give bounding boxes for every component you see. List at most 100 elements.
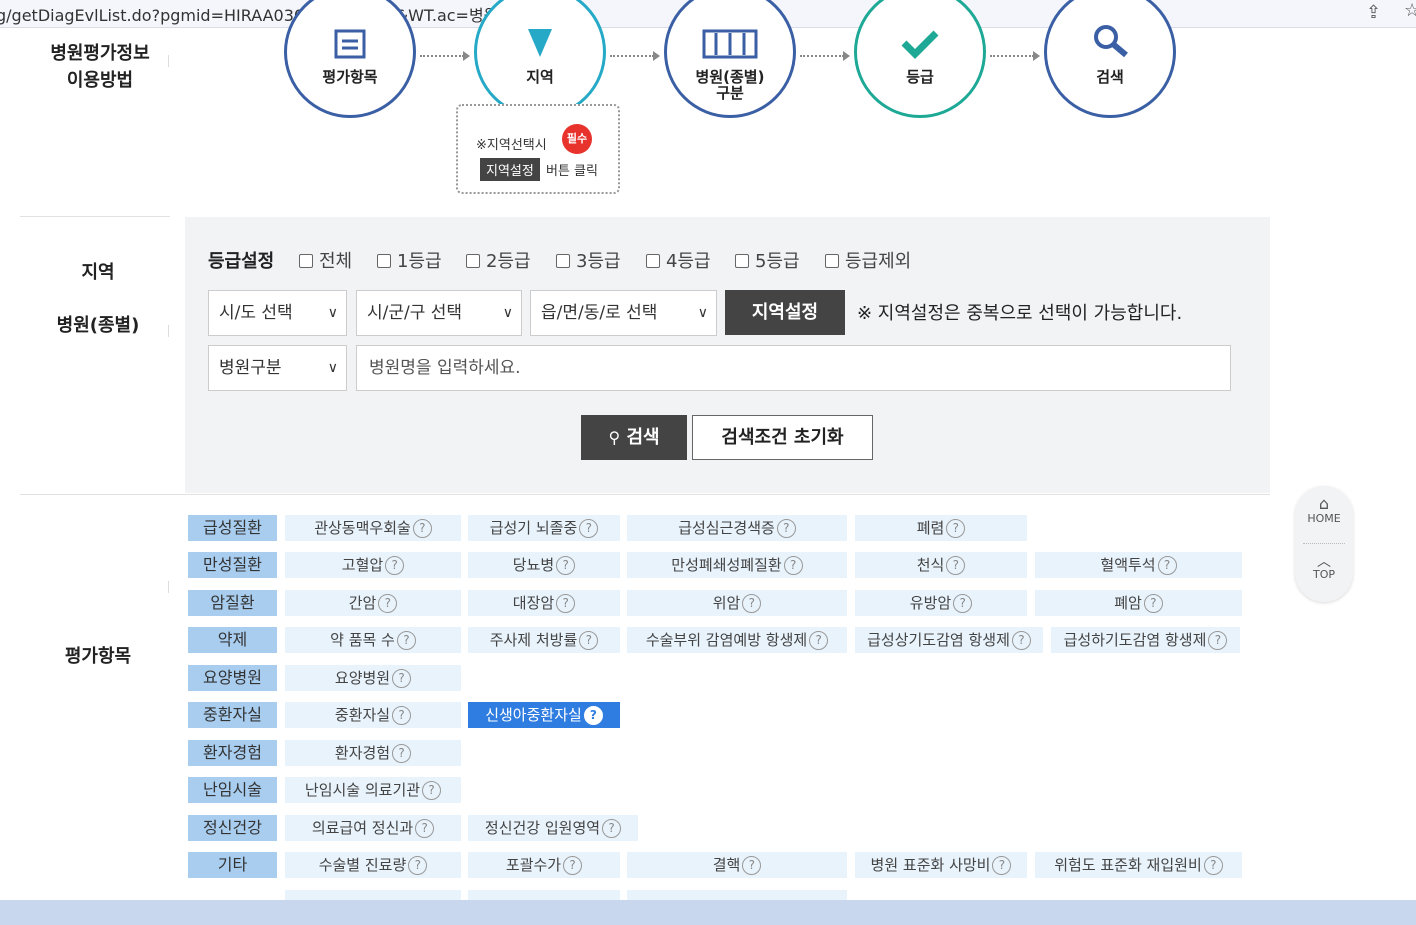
help-icon[interactable]: ? xyxy=(809,631,829,650)
eval-item[interactable]: 환자경험? xyxy=(285,740,461,766)
checkbox-box[interactable] xyxy=(646,254,660,268)
checkbox-box[interactable] xyxy=(556,254,570,268)
eval-item[interactable]: 간암? xyxy=(285,590,461,616)
grade-4-checkbox[interactable]: 4등급 xyxy=(646,247,711,273)
help-icon[interactable]: ? xyxy=(1143,594,1163,613)
eval-item[interactable]: 요양병원? xyxy=(285,665,461,691)
home-button[interactable]: ⌂ HOME xyxy=(1295,496,1353,526)
checkbox-box[interactable] xyxy=(825,254,839,268)
help-icon[interactable]: ? xyxy=(1011,631,1031,650)
help-icon[interactable]: ? xyxy=(1157,556,1177,575)
eval-item[interactable]: 폐암? xyxy=(1035,590,1242,616)
eval-item[interactable]: 수술별 진료량? xyxy=(285,852,461,878)
eval-item[interactable]: 수술부위 감염예방 항생제? xyxy=(627,627,847,653)
share-icon[interactable]: ⇪ xyxy=(1366,2,1381,23)
help-icon[interactable]: ? xyxy=(1203,856,1223,875)
help-icon[interactable]: ? xyxy=(378,594,398,613)
eval-item[interactable]: 급성심근경색증? xyxy=(627,515,847,541)
bookmark-star-icon[interactable]: ☆ xyxy=(1404,0,1416,21)
grade-excluded-checkbox[interactable]: 등급제외 xyxy=(825,247,911,273)
category-cancer[interactable]: 암질환 xyxy=(188,590,277,616)
help-icon[interactable]: ? xyxy=(783,556,803,575)
checkbox-box[interactable] xyxy=(299,254,313,268)
eval-item[interactable]: 급성하기도감염 항생제? xyxy=(1051,627,1240,653)
category-patient-experience[interactable]: 환자경험 xyxy=(188,740,277,766)
eval-item[interactable]: 정신건강 입원영역? xyxy=(468,815,638,841)
category-etc[interactable]: 기타 xyxy=(188,852,277,878)
eval-item-selected[interactable]: 신생아중환자실? xyxy=(468,702,620,728)
eupmyeon-select[interactable]: 읍/면/동/로 선택 ∨ xyxy=(530,290,717,336)
help-icon[interactable]: ? xyxy=(408,856,428,875)
eval-item[interactable]: 위험도 표준화 재입원비? xyxy=(1035,852,1242,878)
help-icon[interactable]: ? xyxy=(563,856,583,875)
category-acute[interactable]: 급성질환 xyxy=(188,515,277,541)
eval-item-label: 급성심근경색증 xyxy=(678,519,775,537)
hospital-name-input[interactable]: 병원명을 입력하세요. xyxy=(356,345,1231,391)
category-chronic[interactable]: 만성질환 xyxy=(188,552,277,578)
eval-item[interactable]: 고혈압? xyxy=(285,552,461,578)
eval-item[interactable]: 위암? xyxy=(627,590,847,616)
sigungu-select[interactable]: 시/군/구 선택 ∨ xyxy=(356,290,522,336)
help-icon[interactable]: ? xyxy=(392,706,412,725)
eval-item[interactable]: 급성기 뇌졸중? xyxy=(468,515,620,541)
help-icon[interactable]: ? xyxy=(556,556,576,575)
hospital-type-select[interactable]: 병원구분 ∨ xyxy=(208,345,347,391)
eval-items-label: 평가항목 xyxy=(64,646,132,667)
sido-select[interactable]: 시/도 선택 ∨ xyxy=(208,290,347,336)
grade-all-checkbox[interactable]: 전체 xyxy=(299,247,352,273)
help-icon[interactable]: ? xyxy=(742,856,762,875)
help-icon[interactable]: ? xyxy=(953,594,973,613)
help-icon[interactable]: ? xyxy=(412,519,432,538)
help-icon[interactable]: ? xyxy=(385,556,405,575)
eval-item[interactable]: 대장암? xyxy=(468,590,620,616)
reset-button[interactable]: 검색조건 초기화 xyxy=(692,415,873,460)
help-icon[interactable]: ? xyxy=(579,519,599,538)
checkbox-box[interactable] xyxy=(377,254,391,268)
help-icon[interactable]: ? xyxy=(1208,631,1228,650)
region-setting-button[interactable]: 지역설정 xyxy=(725,290,845,335)
eval-item[interactable]: 의료급여 정신과? xyxy=(285,815,461,841)
grade-2-checkbox[interactable]: 2등급 xyxy=(466,247,531,273)
help-icon[interactable]: ? xyxy=(396,631,416,650)
help-icon[interactable]: ? xyxy=(579,631,599,650)
eval-item[interactable]: 만성폐쇄성폐질환? xyxy=(627,552,847,578)
category-medication[interactable]: 약제 xyxy=(188,627,277,653)
eval-item[interactable]: 혈액투석? xyxy=(1035,552,1242,578)
eval-item[interactable]: 주사제 처방률? xyxy=(468,627,620,653)
help-icon[interactable]: ? xyxy=(392,744,412,763)
help-icon[interactable]: ? xyxy=(946,556,966,575)
eval-item[interactable]: 당뇨병? xyxy=(468,552,620,578)
eval-item[interactable]: 결핵? xyxy=(627,852,847,878)
help-icon[interactable]: ? xyxy=(742,594,762,613)
eval-item[interactable]: 유방암? xyxy=(855,590,1027,616)
eval-item[interactable]: 폐렴? xyxy=(855,515,1027,541)
help-icon[interactable]: ? xyxy=(776,519,796,538)
category-nursing-hospital[interactable]: 요양병원 xyxy=(188,665,277,691)
category-mental-health[interactable]: 정신건강 xyxy=(188,815,277,841)
eval-item[interactable]: 천식? xyxy=(855,552,1027,578)
eval-item[interactable]: 관상동맥우회술? xyxy=(285,515,461,541)
grade-3-checkbox[interactable]: 3등급 xyxy=(556,247,621,273)
eval-item[interactable]: 약 품목 수? xyxy=(285,627,461,653)
eval-item[interactable]: 포괄수가? xyxy=(468,852,620,878)
eval-item[interactable]: 병원 표준화 사망비? xyxy=(855,852,1027,878)
help-icon[interactable]: ? xyxy=(415,819,435,838)
help-icon[interactable]: ? xyxy=(556,594,576,613)
grade-1-checkbox[interactable]: 1등급 xyxy=(377,247,442,273)
eval-item[interactable]: 중환자실? xyxy=(285,702,461,728)
help-icon[interactable]: ? xyxy=(583,706,603,725)
checkbox-box[interactable] xyxy=(735,254,749,268)
help-icon[interactable]: ? xyxy=(992,856,1012,875)
search-button[interactable]: ⚲ 검색 xyxy=(581,415,687,460)
checkbox-box[interactable] xyxy=(466,254,480,268)
help-icon[interactable]: ? xyxy=(422,781,442,800)
help-icon[interactable]: ? xyxy=(602,819,622,838)
eval-item[interactable]: 난임시술 의료기관? xyxy=(285,777,461,803)
grade-5-checkbox[interactable]: 5등급 xyxy=(735,247,800,273)
top-button[interactable]: ︿ TOP xyxy=(1295,555,1353,581)
eval-item[interactable]: 급성상기도감염 항생제? xyxy=(855,627,1043,653)
category-icu[interactable]: 중환자실 xyxy=(188,702,277,728)
category-infertility[interactable]: 난임시술 xyxy=(188,777,277,803)
help-icon[interactable]: ? xyxy=(946,519,966,538)
help-icon[interactable]: ? xyxy=(392,669,412,688)
